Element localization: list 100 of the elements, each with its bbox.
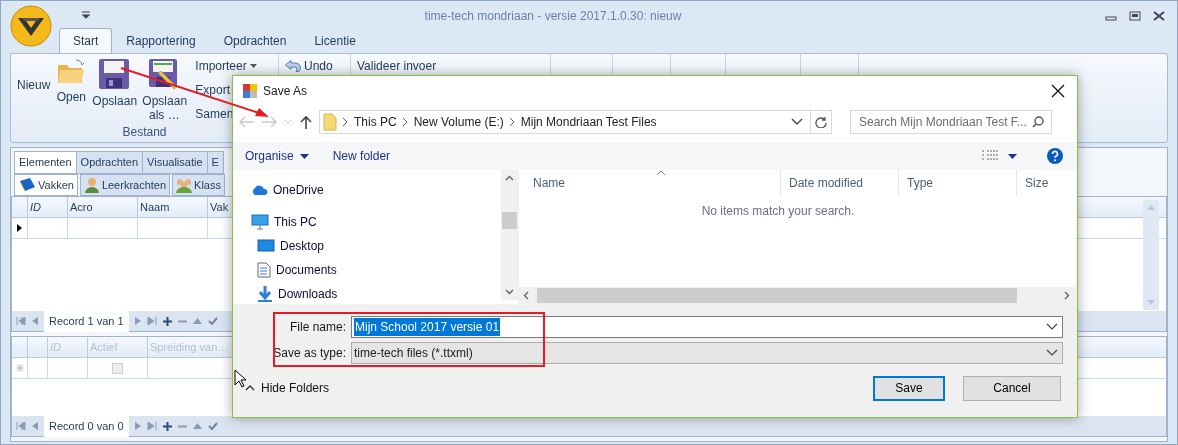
tab[interactable]: Leerkrachten <box>79 173 171 196</box>
ribbon-menu-item[interactable]: Importeer <box>195 57 257 75</box>
first-record-icon[interactable] <box>16 317 26 326</box>
next-record-icon[interactable] <box>134 317 141 326</box>
customize-menu-icon[interactable] <box>80 10 92 20</box>
column-header[interactable]: Date modified <box>781 170 899 196</box>
breadcrumb-item[interactable]: New Volume (E:) <box>413 113 504 132</box>
cancel-button[interactable]: Cancel <box>963 376 1061 401</box>
move-up-icon[interactable] <box>192 318 202 325</box>
search-icon <box>1032 116 1044 129</box>
add-icon[interactable] <box>162 316 172 326</box>
check-icon[interactable] <box>207 422 218 431</box>
validate-button[interactable]: Valideer invoer <box>357 57 437 75</box>
download-icon <box>257 286 273 302</box>
ribbon-menu-item[interactable]: Export <box>195 81 257 99</box>
ribbon-tab[interactable]: Start <box>59 28 113 53</box>
view-options-icon[interactable] <box>982 150 998 163</box>
column-header[interactable]: Size <box>1017 170 1057 196</box>
sort-icon[interactable] <box>656 170 666 176</box>
refresh-icon <box>815 116 827 129</box>
computer-icon <box>251 214 269 230</box>
row-pointer-icon <box>17 224 22 232</box>
folder-tree-item[interactable]: OneDrive <box>251 178 324 202</box>
organise-button[interactable]: Organise <box>239 147 315 166</box>
chevron-down-icon[interactable] <box>791 118 803 127</box>
add-icon[interactable] <box>162 421 172 431</box>
column-header[interactable]: Name <box>525 170 781 196</box>
chevron-right-icon <box>343 118 348 127</box>
window-title: time-tech mondriaan - versie 2017.1.0.30: nieuw <box>424 8 682 25</box>
refresh-button[interactable] <box>810 110 832 135</box>
undo-button[interactable]: Undo <box>285 57 333 75</box>
app-logo-icon[interactable] <box>10 5 52 47</box>
close-icon[interactable] <box>1051 84 1065 99</box>
next-record-icon[interactable] <box>134 422 141 431</box>
search-field[interactable]: Search Mijn Mondriaan Test F... <box>850 110 1052 135</box>
caret-icon <box>249 64 257 68</box>
chevron-up-icon <box>245 385 255 392</box>
dialog-title: Save As <box>263 83 309 101</box>
tab[interactable]: Visualisatie <box>142 151 208 174</box>
scrollbar[interactable] <box>501 170 518 300</box>
ribbon-tab[interactable]: Rapportering <box>112 28 210 53</box>
cloud-icon <box>251 184 268 196</box>
folder-icon <box>323 113 337 132</box>
person-icon <box>83 176 100 193</box>
document-icon <box>257 262 271 278</box>
column-header[interactable]: Type <box>899 170 1017 196</box>
back-icon[interactable] <box>239 116 255 129</box>
field-label: File name: <box>288 319 347 336</box>
move-up-icon[interactable] <box>192 423 202 430</box>
breadcrumb-item[interactable]: Mijn Mondriaan Test Files <box>520 113 657 132</box>
folder-tree-item[interactable]: Desktop <box>257 234 325 258</box>
ribbon-button[interactable]: Open <box>56 57 87 105</box>
ribbon-button[interactable]: Opslaan <box>92 57 137 109</box>
tab[interactable]: Elementen <box>14 151 77 174</box>
chevron-down-icon <box>1046 323 1058 331</box>
last-record-icon[interactable] <box>146 317 157 326</box>
record-counter: Record 0 van 0 <box>44 416 129 437</box>
scrollbar[interactable] <box>519 287 1077 304</box>
monitor-icon <box>257 239 275 253</box>
up-icon[interactable] <box>299 115 313 130</box>
chevron-right-icon <box>402 118 408 127</box>
address-bar[interactable]: This PC New Volume (E:) Mijn Mondriaan Test Files <box>319 110 813 135</box>
group-label: Bestand <box>122 124 167 141</box>
column-header[interactable]: Acro <box>68 197 138 217</box>
folder-tree-item[interactable]: Downloads <box>257 282 338 304</box>
ribbon-tab[interactable]: Licentie <box>300 28 370 53</box>
record-counter: Record 1 van 1 <box>44 311 129 332</box>
field-label: Save as type: <box>272 345 347 362</box>
folder-tree-item[interactable]: Documents <box>257 258 337 282</box>
app-icon <box>243 84 257 99</box>
new-row-icon <box>15 364 24 372</box>
caret-icon[interactable] <box>1008 153 1017 159</box>
column-header[interactable]: Naam <box>138 197 208 217</box>
file-name-field[interactable]: Mijn School 2017 versie 01 <box>351 316 1063 338</box>
maximize-icon[interactable] <box>1129 11 1141 21</box>
tab[interactable]: Klass <box>172 173 225 196</box>
book-icon <box>18 176 36 193</box>
checkbox[interactable] <box>112 362 123 374</box>
empty-message: No items match your search. <box>700 203 856 220</box>
column-header[interactable]: ID <box>28 197 68 217</box>
breadcrumb-item[interactable]: This PC <box>354 113 397 132</box>
last-record-icon[interactable] <box>146 422 157 431</box>
chevron-right-icon <box>509 118 515 127</box>
save-button[interactable]: Save <box>873 376 945 401</box>
help-icon[interactable] <box>1047 148 1063 165</box>
ribbon-button[interactable]: Opslaan als … <box>142 57 187 123</box>
forward-icon[interactable] <box>261 116 277 129</box>
first-record-icon[interactable] <box>16 422 26 431</box>
check-icon[interactable] <box>207 317 218 326</box>
ribbon-button[interactable]: Nieuw <box>17 79 51 93</box>
previous-record-icon[interactable] <box>32 317 38 326</box>
close-icon[interactable] <box>1153 11 1165 21</box>
ribbon-tab[interactable]: Opdrachten <box>209 28 301 53</box>
previous-record-icon[interactable] <box>32 422 38 431</box>
tab[interactable]: Vakken <box>14 173 78 196</box>
folder-tree-item[interactable]: This PC <box>251 210 317 234</box>
tab[interactable]: Opdrachten <box>75 151 144 174</box>
file-type-dropdown[interactable]: time-tech files (*.ttxml) <box>351 342 1063 364</box>
scrollbar[interactable] <box>1143 200 1159 310</box>
new-folder-button[interactable]: New folder <box>326 147 397 166</box>
